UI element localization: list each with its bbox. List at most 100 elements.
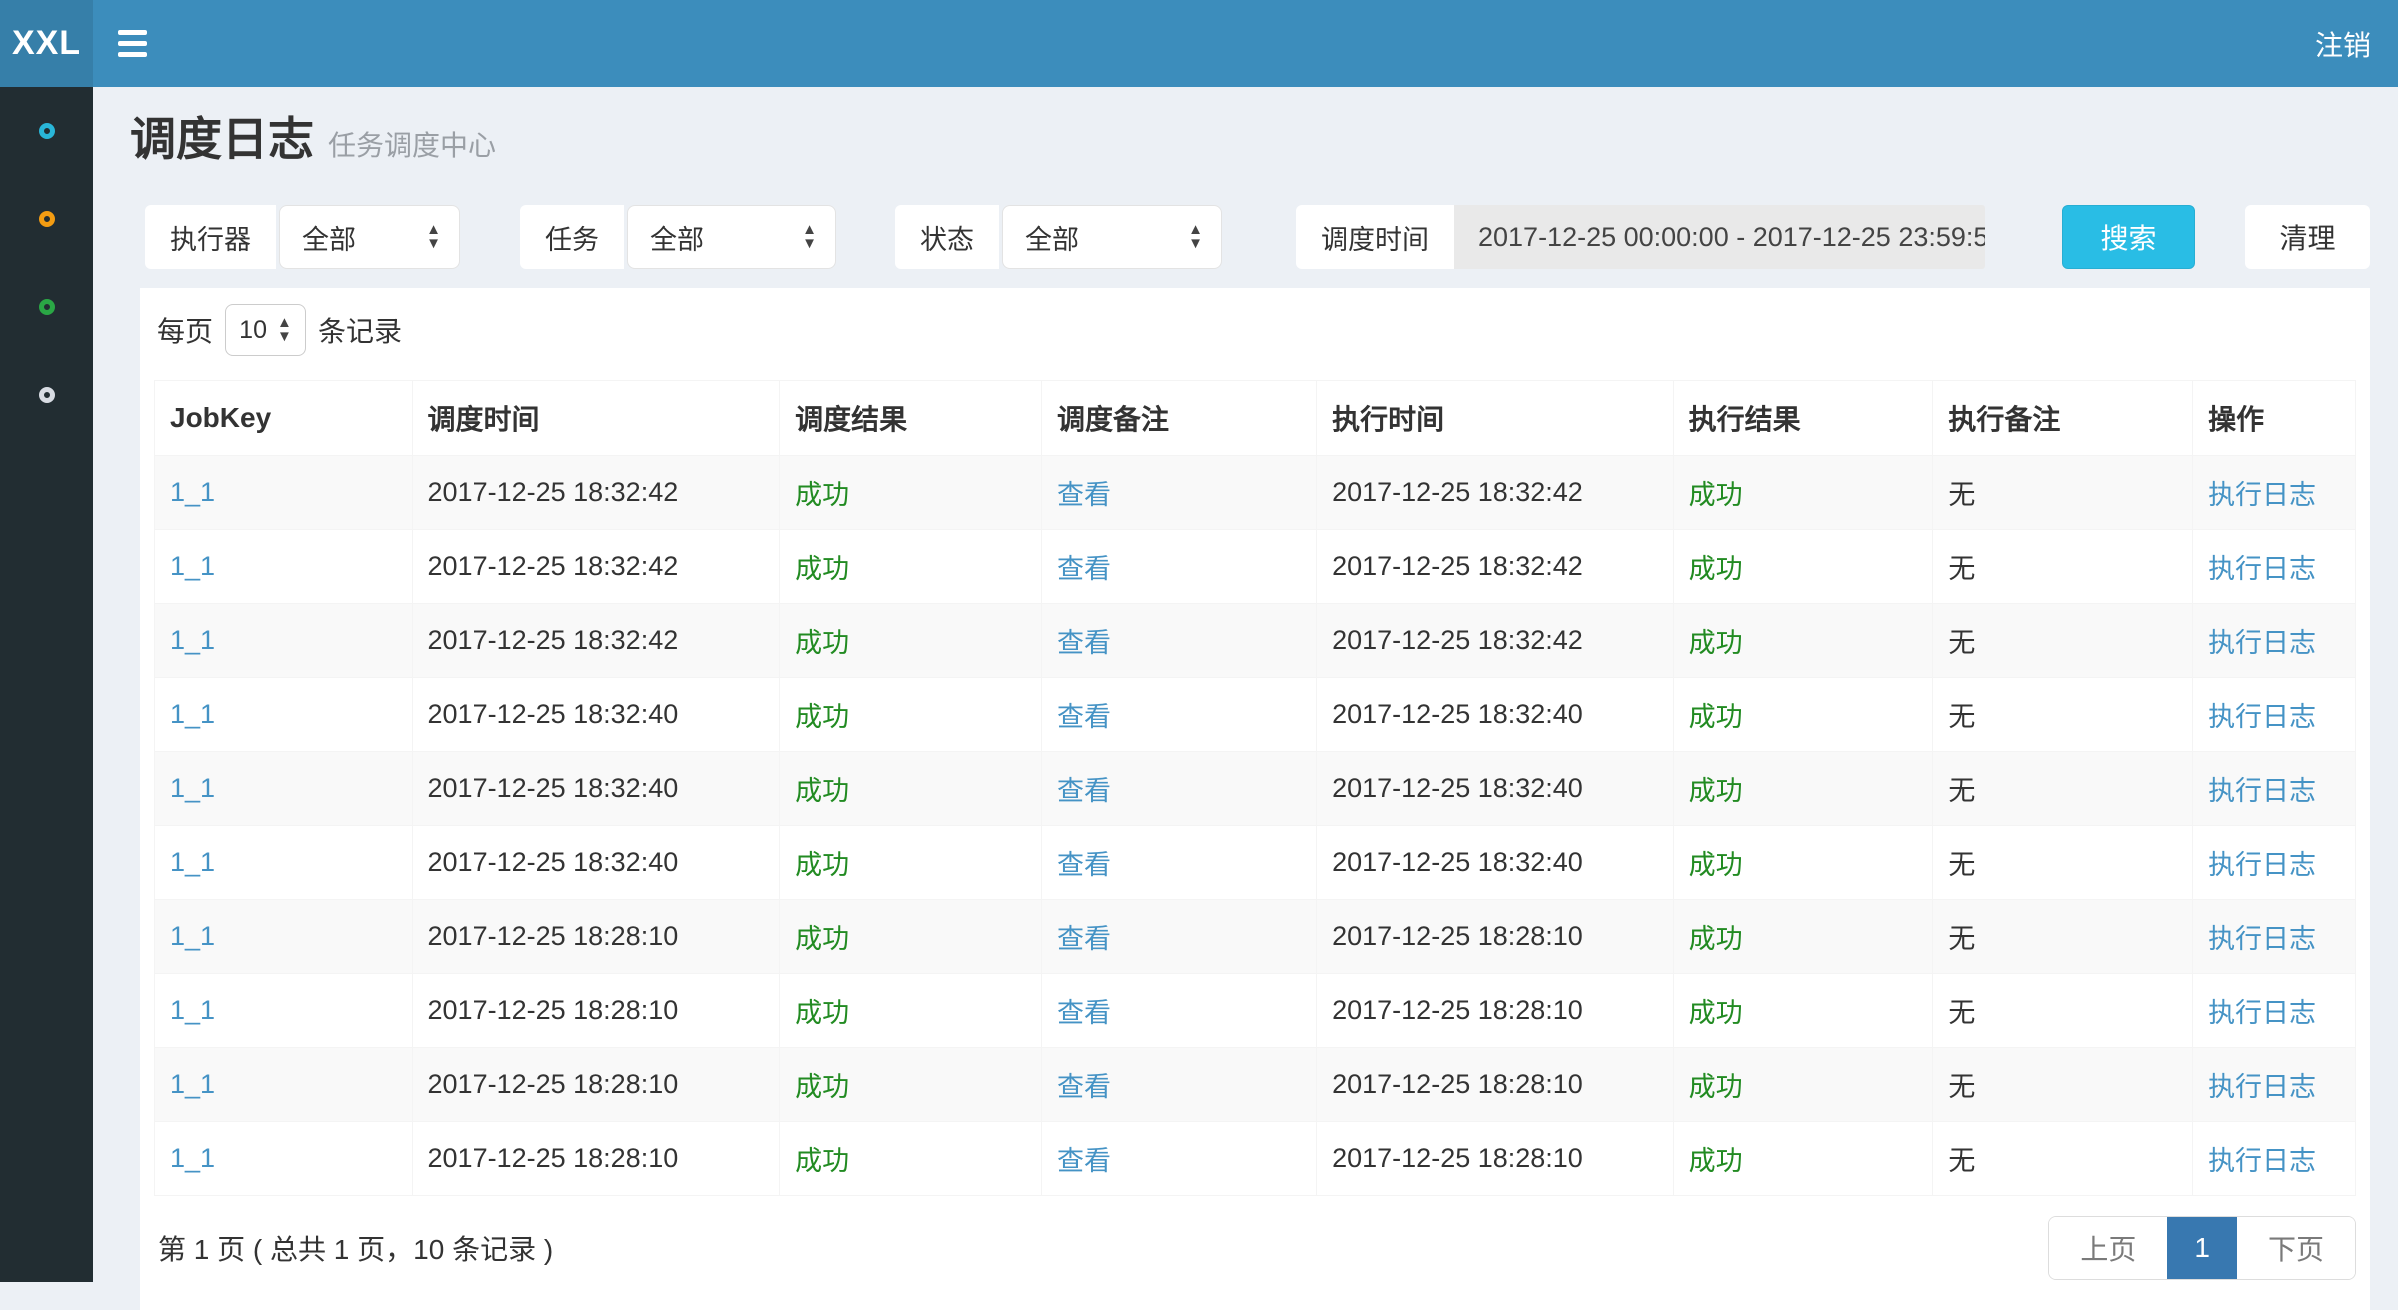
trigger-msg-link[interactable]: 查看 bbox=[1057, 1072, 1111, 1102]
handle-time-cell: 2017-12-25 18:28:10 bbox=[1317, 974, 1674, 1048]
col-trigger-msg: 调度备注 bbox=[1042, 381, 1317, 456]
status-select[interactable]: 全部 bbox=[1002, 205, 1222, 269]
job-key-link[interactable]: 1_1 bbox=[170, 477, 215, 507]
exec-log-link[interactable]: 执行日志 bbox=[2208, 628, 2316, 658]
status-filter-label: 状态 bbox=[895, 205, 999, 269]
log-panel: 每页 10 条记录 JobKey 调度时间 调度结果 调度备注 执行时间 执行结… bbox=[140, 288, 2370, 1310]
trigger-time-cell: 2017-12-25 18:32:42 bbox=[412, 456, 780, 530]
sidebar-item-4[interactable] bbox=[0, 351, 93, 439]
exec-log-link[interactable]: 执行日志 bbox=[2208, 776, 2316, 806]
page-size-suffix: 条记录 bbox=[318, 310, 402, 350]
trigger-msg-link[interactable]: 查看 bbox=[1057, 554, 1111, 584]
trigger-time-cell: 2017-12-25 18:32:42 bbox=[412, 604, 780, 678]
job-key-link[interactable]: 1_1 bbox=[170, 699, 215, 729]
top-navbar: XXL 注销 bbox=[0, 0, 2398, 87]
select-arrows-icon bbox=[277, 316, 292, 344]
handle-msg-cell: 无 bbox=[1933, 826, 2193, 900]
sidebar-item-2[interactable] bbox=[0, 175, 93, 263]
page-size-select[interactable]: 10 bbox=[225, 304, 306, 356]
exec-log-link[interactable]: 执行日志 bbox=[2208, 924, 2316, 954]
pagination-summary: 第 1 页 ( 总共 1 页，10 条记录 ) bbox=[158, 1228, 553, 1268]
log-table-body: 1_1 2017-12-25 18:32:42 成功 查看 2017-12-25… bbox=[155, 456, 2356, 1196]
job-key-link[interactable]: 1_1 bbox=[170, 551, 215, 581]
status-filter: 状态 全部 bbox=[895, 205, 1222, 269]
table-row: 1_1 2017-12-25 18:32:40 成功 查看 2017-12-25… bbox=[155, 826, 2356, 900]
job-key-link[interactable]: 1_1 bbox=[170, 1143, 215, 1173]
handle-msg-cell: 无 bbox=[1933, 1048, 2193, 1122]
time-range-input[interactable]: 2017-12-25 00:00:00 - 2017-12-25 23:59:5… bbox=[1454, 205, 1985, 269]
current-page-button[interactable]: 1 bbox=[2167, 1217, 2237, 1279]
handle-time-cell: 2017-12-25 18:32:42 bbox=[1317, 604, 1674, 678]
trigger-msg-link[interactable]: 查看 bbox=[1057, 924, 1111, 954]
handle-result-text: 成功 bbox=[1689, 998, 1743, 1028]
handle-result-text: 成功 bbox=[1689, 702, 1743, 732]
trigger-result-text: 成功 bbox=[795, 924, 849, 954]
table-row: 1_1 2017-12-25 18:32:42 成功 查看 2017-12-25… bbox=[155, 604, 2356, 678]
sidebar-toggle-button[interactable] bbox=[93, 0, 171, 87]
trigger-msg-link[interactable]: 查看 bbox=[1057, 998, 1111, 1028]
job-key-link[interactable]: 1_1 bbox=[170, 625, 215, 655]
table-row: 1_1 2017-12-25 18:32:40 成功 查看 2017-12-25… bbox=[155, 752, 2356, 826]
job-select-value: 全部 bbox=[650, 218, 704, 257]
trigger-msg-link[interactable]: 查看 bbox=[1057, 480, 1111, 510]
handle-result-text: 成功 bbox=[1689, 480, 1743, 510]
trigger-time-cell: 2017-12-25 18:28:10 bbox=[412, 900, 780, 974]
executor-select-value: 全部 bbox=[302, 218, 356, 257]
handle-time-cell: 2017-12-25 18:32:42 bbox=[1317, 456, 1674, 530]
trigger-msg-link[interactable]: 查看 bbox=[1057, 702, 1111, 732]
table-row: 1_1 2017-12-25 18:28:10 成功 查看 2017-12-25… bbox=[155, 1122, 2356, 1196]
exec-log-link[interactable]: 执行日志 bbox=[2208, 1072, 2316, 1102]
logout-link[interactable]: 注销 bbox=[2288, 0, 2398, 87]
filter-toolbar: 执行器 全部 任务 全部 状态 全部 调度时间 2017-12-25 00:00… bbox=[145, 205, 2370, 269]
time-filter-label: 调度时间 bbox=[1296, 205, 1454, 269]
table-row: 1_1 2017-12-25 18:32:42 成功 查看 2017-12-25… bbox=[155, 530, 2356, 604]
trigger-msg-link[interactable]: 查看 bbox=[1057, 628, 1111, 658]
handle-msg-cell: 无 bbox=[1933, 974, 2193, 1048]
page-size-prefix: 每页 bbox=[157, 310, 213, 350]
job-select[interactable]: 全部 bbox=[627, 205, 836, 269]
trigger-msg-link[interactable]: 查看 bbox=[1057, 850, 1111, 880]
handle-time-cell: 2017-12-25 18:32:40 bbox=[1317, 678, 1674, 752]
trigger-result-text: 成功 bbox=[795, 480, 849, 510]
trigger-result-text: 成功 bbox=[795, 554, 849, 584]
handle-time-cell: 2017-12-25 18:32:40 bbox=[1317, 752, 1674, 826]
handle-result-text: 成功 bbox=[1689, 924, 1743, 954]
col-trigger-time: 调度时间 bbox=[412, 381, 780, 456]
executor-select[interactable]: 全部 bbox=[279, 205, 460, 269]
trigger-result-text: 成功 bbox=[795, 1146, 849, 1176]
next-page-button[interactable]: 下页 bbox=[2237, 1217, 2355, 1279]
select-arrows-icon bbox=[802, 223, 817, 251]
trigger-msg-link[interactable]: 查看 bbox=[1057, 776, 1111, 806]
handle-result-text: 成功 bbox=[1689, 554, 1743, 584]
sidebar bbox=[0, 87, 93, 1282]
exec-log-link[interactable]: 执行日志 bbox=[2208, 1146, 2316, 1176]
exec-log-link[interactable]: 执行日志 bbox=[2208, 998, 2316, 1028]
trigger-result-text: 成功 bbox=[795, 776, 849, 806]
handle-msg-cell: 无 bbox=[1933, 900, 2193, 974]
job-key-link[interactable]: 1_1 bbox=[170, 847, 215, 877]
job-key-link[interactable]: 1_1 bbox=[170, 995, 215, 1025]
exec-log-link[interactable]: 执行日志 bbox=[2208, 554, 2316, 584]
table-row: 1_1 2017-12-25 18:28:10 成功 查看 2017-12-25… bbox=[155, 974, 2356, 1048]
executor-filter: 执行器 全部 bbox=[145, 205, 460, 269]
job-key-link[interactable]: 1_1 bbox=[170, 1069, 215, 1099]
select-arrows-icon bbox=[426, 223, 441, 251]
exec-log-link[interactable]: 执行日志 bbox=[2208, 702, 2316, 732]
executor-filter-label: 执行器 bbox=[145, 205, 276, 269]
search-button[interactable]: 搜索 bbox=[2062, 205, 2195, 269]
table-row: 1_1 2017-12-25 18:32:40 成功 查看 2017-12-25… bbox=[155, 678, 2356, 752]
trigger-msg-link[interactable]: 查看 bbox=[1057, 1146, 1111, 1176]
trigger-time-cell: 2017-12-25 18:28:10 bbox=[412, 1122, 780, 1196]
sidebar-item-3[interactable] bbox=[0, 263, 93, 351]
clear-button[interactable]: 清理 bbox=[2245, 205, 2370, 269]
trigger-result-text: 成功 bbox=[795, 628, 849, 658]
exec-log-link[interactable]: 执行日志 bbox=[2208, 480, 2316, 510]
handle-result-text: 成功 bbox=[1689, 1146, 1743, 1176]
col-handle-msg: 执行备注 bbox=[1933, 381, 2193, 456]
job-key-link[interactable]: 1_1 bbox=[170, 921, 215, 951]
exec-log-link[interactable]: 执行日志 bbox=[2208, 850, 2316, 880]
prev-page-button[interactable]: 上页 bbox=[2049, 1217, 2167, 1279]
app-logo[interactable]: XXL bbox=[0, 0, 93, 87]
sidebar-item-1[interactable] bbox=[0, 87, 93, 175]
job-key-link[interactable]: 1_1 bbox=[170, 773, 215, 803]
